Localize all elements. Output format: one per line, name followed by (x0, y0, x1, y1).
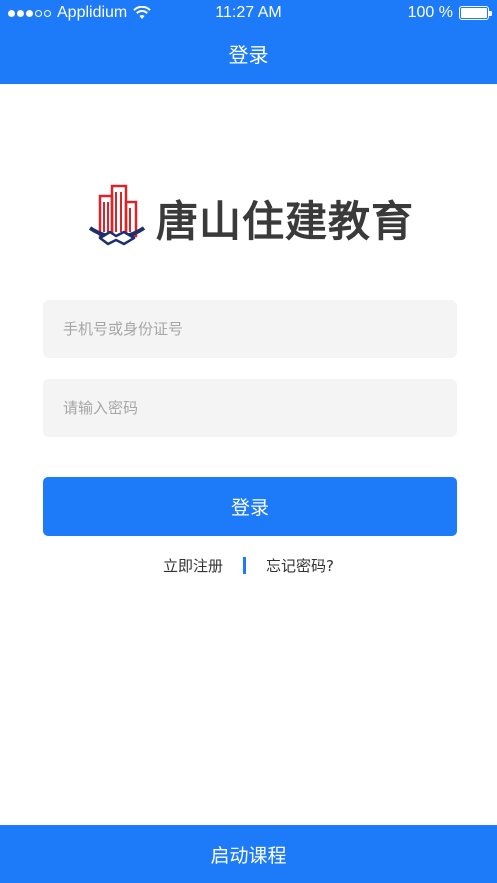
status-bar: Applidium 11:27 AM 100 % (0, 0, 497, 26)
auth-links: 立即注册 忘记密码? (0, 552, 497, 578)
nav-title: 登录 (0, 26, 497, 84)
link-separator (243, 556, 247, 574)
battery-icon (459, 6, 492, 20)
app-logo: 唐山住建教育 (86, 180, 416, 256)
forgot-password-link[interactable]: 忘记密码? (266, 555, 334, 576)
password-input[interactable] (43, 379, 457, 437)
login-button[interactable]: 登录 (43, 477, 457, 536)
register-link[interactable]: 立即注册 (163, 555, 223, 576)
logo-text: 唐山住建教育 (156, 196, 415, 246)
phone-or-id-input[interactable] (43, 300, 457, 358)
start-course-button[interactable]: 启动课程 (0, 825, 497, 883)
status-right: 100 % (407, 4, 492, 22)
building-handshake-icon (88, 184, 146, 246)
battery-percent: 100 % (407, 4, 453, 21)
